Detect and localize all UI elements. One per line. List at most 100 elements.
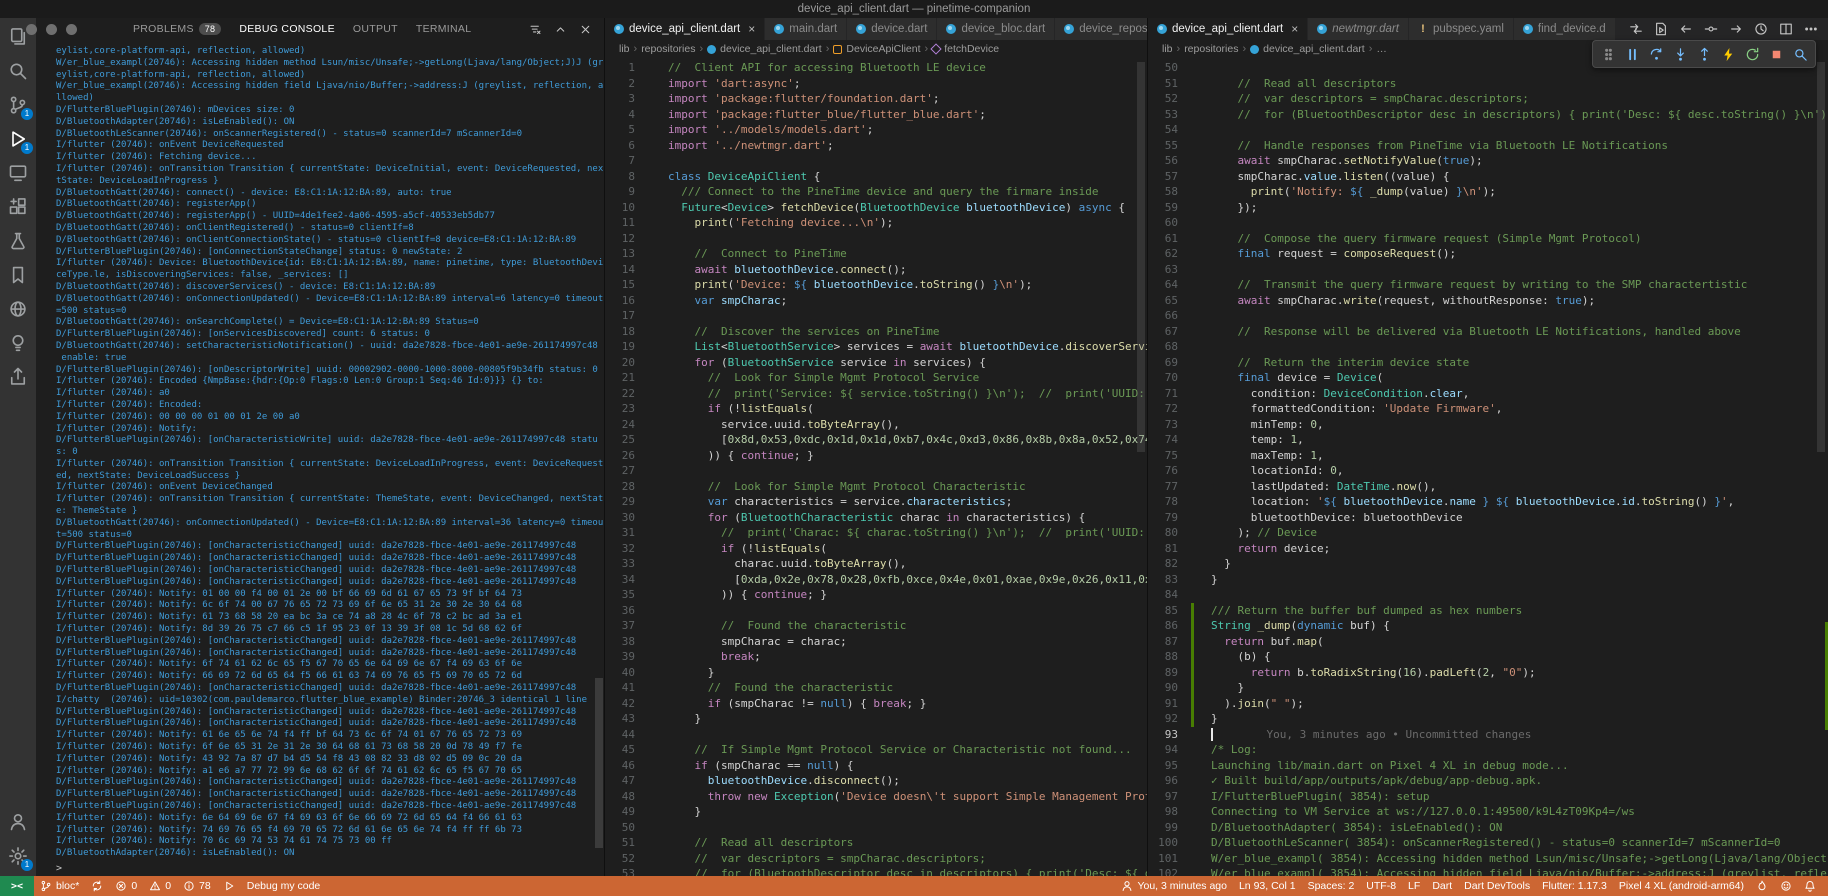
line-number[interactable]: 102 — [1148, 866, 1191, 876]
line-number[interactable]: 50 — [1148, 60, 1191, 76]
line-number[interactable]: 6 — [605, 138, 648, 154]
line-number[interactable]: 17 — [605, 308, 648, 324]
line-number[interactable]: 31 — [605, 525, 648, 541]
globe-icon[interactable] — [4, 295, 32, 323]
timeline-icon[interactable] — [1754, 22, 1768, 36]
line-number[interactable]: 87 — [1148, 634, 1191, 650]
line-number[interactable]: 99 — [1148, 820, 1191, 836]
tab-pubspec.yaml[interactable]: !pubspec.yaml — [1409, 18, 1514, 40]
status-utf-8[interactable]: UTF-8 — [1360, 880, 1402, 892]
sync-icon[interactable] — [85, 880, 109, 892]
status-lf[interactable]: LF — [1402, 880, 1426, 892]
close-tab-icon[interactable]: × — [1291, 22, 1298, 36]
status-spaces-2[interactable]: Spaces: 2 — [1302, 880, 1361, 892]
nav-location-icon[interactable] — [1704, 22, 1718, 36]
line-number[interactable]: 46 — [605, 758, 648, 774]
line-number[interactable]: 53 — [1148, 107, 1191, 123]
remote-explorer-icon[interactable] — [4, 159, 32, 187]
line-number[interactable]: 89 — [1148, 665, 1191, 681]
line-number[interactable]: 59 — [1148, 200, 1191, 216]
line-number[interactable]: 69 — [1148, 355, 1191, 371]
status-you-3-minutes-ago[interactable]: You, 3 minutes ago — [1115, 880, 1233, 892]
lightbulb-icon[interactable] — [4, 329, 32, 357]
tab-main.dart[interactable]: main.dart — [765, 18, 847, 40]
source-control-icon[interactable]: 1 — [4, 91, 32, 119]
breadcrumb-device-api-client-dart[interactable]: device_api_client.dart — [707, 43, 822, 55]
code-editor-left[interactable]: 1// Client API for accessing Bluetooth L… — [605, 58, 1147, 876]
line-number[interactable]: 4 — [605, 107, 648, 123]
breadcrumb-deviceapiclient[interactable]: DeviceApiClient — [833, 43, 920, 55]
line-number[interactable]: 21 — [605, 370, 648, 386]
line-number[interactable]: 23 — [605, 401, 648, 417]
editor-left-scrollbar[interactable] — [1137, 62, 1145, 452]
pause-icon[interactable] — [1621, 43, 1643, 65]
line-number[interactable]: 81 — [1148, 541, 1191, 557]
breadcrumb-lib[interactable]: lib — [619, 43, 630, 55]
close-window-button[interactable] — [26, 24, 37, 35]
tab-device_repository.dart[interactable]: device_repository.dart — [1055, 18, 1147, 40]
line-number[interactable]: 93 — [1148, 727, 1191, 743]
line-number[interactable]: 52 — [1148, 91, 1191, 107]
chevron-up-icon[interactable] — [554, 23, 567, 36]
console-scrollbar[interactable] — [595, 678, 603, 848]
line-number[interactable]: 37 — [605, 618, 648, 634]
line-number[interactable]: 25 — [605, 432, 648, 448]
breadcrumb-fetchdevice[interactable]: fetchDevice — [932, 43, 999, 55]
line-number[interactable]: 47 — [605, 773, 648, 789]
line-number[interactable]: 60 — [1148, 215, 1191, 231]
close-tab-icon[interactable]: × — [748, 22, 755, 36]
line-number[interactable]: 30 — [605, 510, 648, 526]
breadcrumb-repositories[interactable]: repositories — [641, 43, 695, 55]
line-number[interactable]: 73 — [1148, 417, 1191, 433]
run-file-icon[interactable] — [1654, 22, 1668, 36]
line-number[interactable]: 82 — [1148, 556, 1191, 572]
search-icon[interactable] — [4, 57, 32, 85]
line-number[interactable]: 42 — [605, 696, 648, 712]
line-number[interactable]: 66 — [1148, 308, 1191, 324]
line-number[interactable]: 76 — [1148, 463, 1191, 479]
tab-device.dart[interactable]: device.dart — [847, 18, 937, 40]
line-number[interactable]: 80 — [1148, 525, 1191, 541]
line-number[interactable]: 10 — [605, 200, 648, 216]
filter-icon[interactable] — [529, 23, 542, 36]
line-number[interactable]: 45 — [605, 742, 648, 758]
line-number[interactable]: 41 — [605, 680, 648, 696]
line-number[interactable]: 61 — [1148, 231, 1191, 247]
breadcrumb-lib[interactable]: lib — [1162, 43, 1173, 55]
line-number[interactable]: 50 — [605, 820, 648, 836]
zoom-window-button[interactable] — [66, 24, 77, 35]
line-number[interactable]: 36 — [605, 603, 648, 619]
line-number[interactable]: 44 — [605, 727, 648, 743]
tab-device_api_client.dart[interactable]: device_api_client.dart× — [605, 18, 765, 40]
open-changes-icon[interactable] — [1629, 22, 1643, 36]
line-number[interactable]: 9 — [605, 184, 648, 200]
line-number[interactable]: 65 — [1148, 293, 1191, 309]
stop-icon[interactable] — [1765, 43, 1787, 65]
restart-icon[interactable] — [1741, 43, 1763, 65]
line-number[interactable]: 28 — [605, 479, 648, 495]
line-number[interactable]: 51 — [605, 835, 648, 851]
line-number[interactable]: 29 — [605, 494, 648, 510]
status-flutter-1-17-3[interactable]: Flutter: 1.17.3 — [1536, 880, 1613, 892]
breadcrumb-device-api-client-dart[interactable]: device_api_client.dart — [1250, 43, 1365, 55]
line-number[interactable]: 22 — [605, 386, 648, 402]
line-number[interactable]: 14 — [605, 262, 648, 278]
line-number[interactable]: 26 — [605, 448, 648, 464]
line-number[interactable]: 94 — [1148, 742, 1191, 758]
remote-indicator[interactable]: >< — [0, 876, 34, 896]
code-editor-right[interactable]: 5051 // Read all descriptors52 // var de… — [1148, 58, 1828, 876]
line-number[interactable]: 11 — [605, 215, 648, 231]
line-number[interactable]: 97 — [1148, 789, 1191, 805]
line-number[interactable]: 64 — [1148, 277, 1191, 293]
nav-forward-icon[interactable] — [1729, 22, 1743, 36]
status-0[interactable]: 0 — [109, 880, 143, 892]
line-number[interactable]: 5 — [605, 122, 648, 138]
status-78[interactable]: 78 — [177, 880, 217, 892]
breadcrumb--[interactable]: … — [1376, 43, 1387, 55]
line-number[interactable]: 48 — [605, 789, 648, 805]
status-debug-my-code[interactable]: Debug my code — [241, 880, 327, 892]
line-number[interactable]: 83 — [1148, 572, 1191, 588]
line-number[interactable]: 35 — [605, 587, 648, 603]
line-number[interactable]: 101 — [1148, 851, 1191, 867]
more-actions-icon[interactable] — [1804, 22, 1818, 36]
